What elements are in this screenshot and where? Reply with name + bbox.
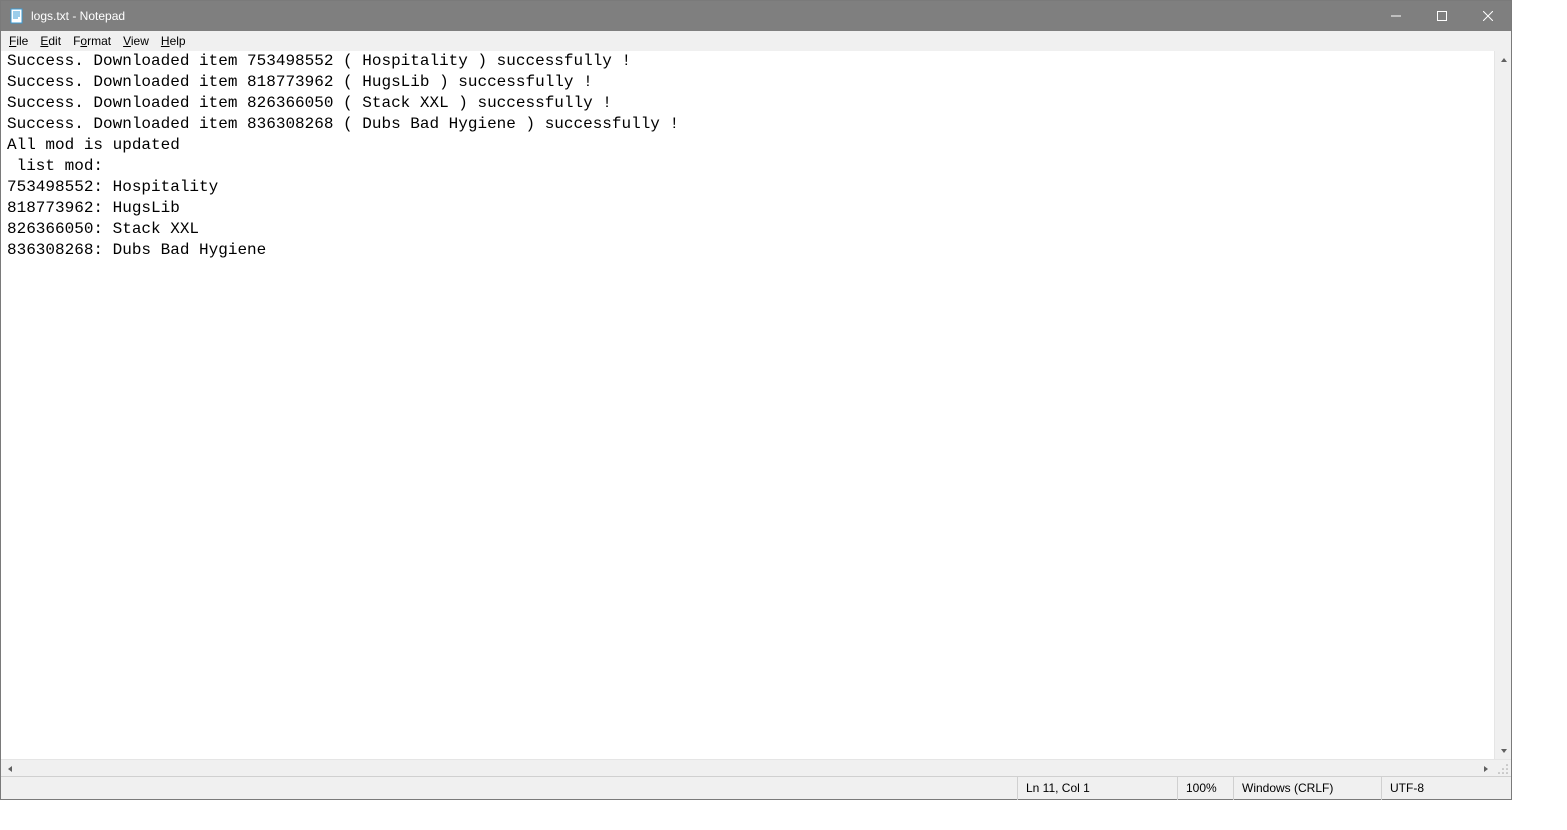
menubar: File Edit Format View Help — [1, 31, 1511, 51]
scroll-down-arrow-icon[interactable] — [1495, 742, 1512, 759]
menu-format[interactable]: Format — [67, 31, 117, 51]
status-line-ending: Windows (CRLF) — [1233, 777, 1381, 800]
window-title: logs.txt - Notepad — [31, 9, 1373, 23]
status-zoom: 100% — [1177, 777, 1233, 800]
content-area: Success. Downloaded item 753498552 ( Hos… — [1, 51, 1511, 759]
scroll-up-arrow-icon[interactable] — [1495, 51, 1512, 68]
text-editor[interactable]: Success. Downloaded item 753498552 ( Hos… — [1, 51, 1494, 759]
minimize-button[interactable] — [1373, 1, 1419, 31]
scroll-right-arrow-icon[interactable] — [1477, 760, 1494, 777]
vertical-scrollbar[interactable] — [1494, 51, 1511, 759]
notepad-icon — [9, 8, 25, 24]
maximize-button[interactable] — [1419, 1, 1465, 31]
statusbar: Ln 11, Col 1 100% Windows (CRLF) UTF-8 — [1, 776, 1511, 799]
menu-view[interactable]: View — [117, 31, 155, 51]
horizontal-scrollbar[interactable] — [1, 759, 1511, 776]
scroll-left-arrow-icon[interactable] — [1, 760, 18, 777]
menu-file[interactable]: File — [3, 31, 34, 51]
status-encoding: UTF-8 — [1381, 777, 1511, 800]
notepad-window: logs.txt - Notepad File Edit Format View… — [0, 0, 1512, 800]
status-position: Ln 11, Col 1 — [1017, 777, 1177, 800]
close-button[interactable] — [1465, 1, 1511, 31]
menu-edit[interactable]: Edit — [34, 31, 67, 51]
titlebar[interactable]: logs.txt - Notepad — [1, 1, 1511, 31]
resize-grip-icon[interactable] — [1494, 760, 1511, 777]
menu-help[interactable]: Help — [155, 31, 192, 51]
